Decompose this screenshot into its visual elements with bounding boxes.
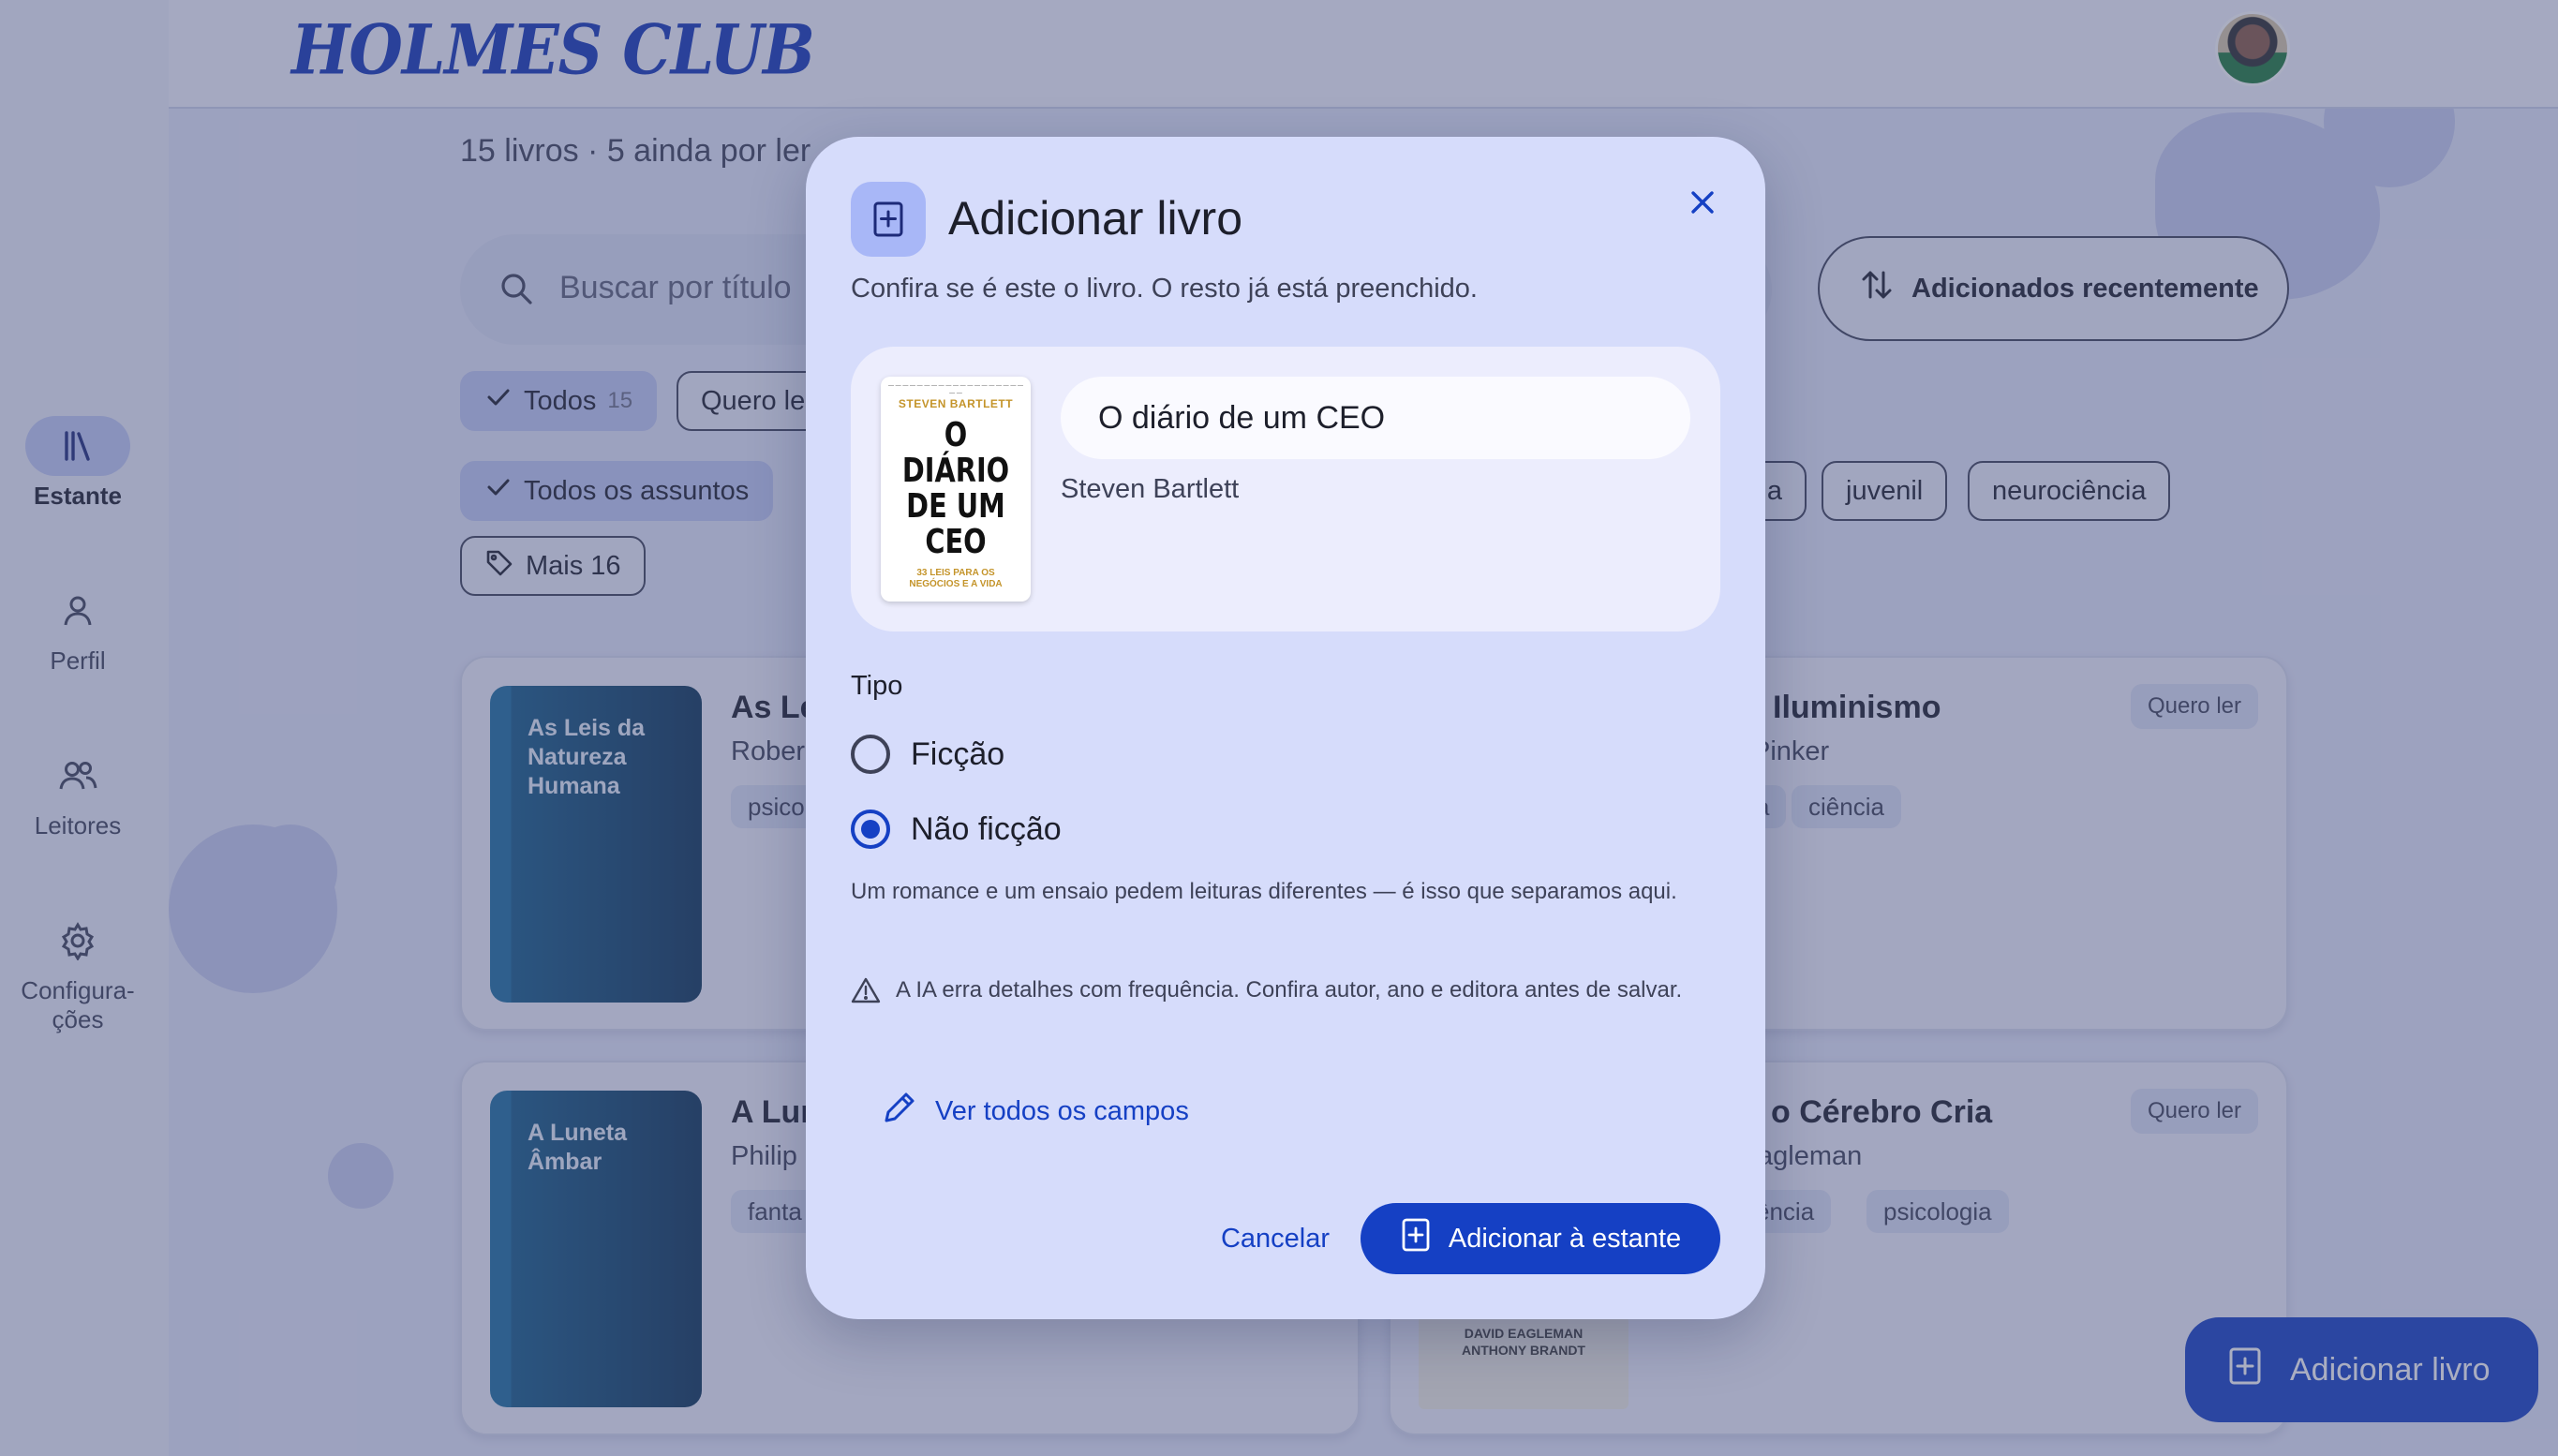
book-preview-card: — — — — — — — — — — — — — — — — — — — — … — [851, 347, 1720, 631]
warning-text: A IA erra detalhes com frequência. Confi… — [896, 977, 1683, 1003]
dialog-title: Adicionar livro — [948, 192, 1243, 245]
cover-title: O DIÁRIO DE UM CEO — [901, 416, 1010, 561]
book-author: Steven Bartlett — [1061, 474, 1240, 504]
add-to-shelf-button[interactable]: Adicionar à estante — [1361, 1203, 1720, 1274]
cover-subtitle: 33 LEIS PARA OS NEGÓCIOS E A VIDA — [909, 568, 1003, 589]
radio-label: Não ficção — [911, 810, 1062, 847]
cancel-button[interactable]: Cancelar — [1177, 1203, 1374, 1274]
radio-nao-ficcao[interactable]: Não ficção — [851, 810, 1062, 849]
dialog-subtitle: Confira se é este o livro. O resto já es… — [851, 274, 1478, 304]
radio-unchecked-icon — [851, 735, 890, 774]
type-label: Tipo — [851, 671, 903, 701]
close-icon — [1688, 188, 1717, 221]
cover-author: STEVEN BARTLETT — [898, 397, 1014, 410]
add-book-icon — [851, 182, 926, 257]
close-button[interactable] — [1676, 178, 1729, 230]
radio-label: Ficção — [911, 735, 1005, 772]
warning-icon — [851, 975, 881, 1013]
radio-checked-icon — [851, 810, 890, 849]
add-book-dialog: Adicionar livro Confira se é este o livr… — [806, 137, 1765, 1319]
view-all-fields-button[interactable]: Ver todos os campos — [881, 1089, 1189, 1134]
view-all-fields-label: Ver todos os campos — [935, 1095, 1189, 1126]
cover-blurb: — — — — — — — — — — — — — — — — — — — — … — [888, 383, 1024, 396]
type-helper-text: Um romance e um ensaio pedem leituras di… — [851, 879, 1677, 904]
book-cover: — — — — — — — — — — — — — — — — — — — — … — [881, 377, 1031, 602]
ai-warning: A IA erra detalhes com frequência. Confi… — [851, 975, 1732, 1013]
radio-ficcao[interactable]: Ficção — [851, 735, 1004, 774]
pencil-icon — [881, 1089, 918, 1134]
book-title-field[interactable]: O diário de um CEO — [1061, 377, 1690, 459]
add-book-icon — [1400, 1217, 1432, 1260]
add-to-shelf-label: Adicionar à estante — [1448, 1223, 1682, 1254]
